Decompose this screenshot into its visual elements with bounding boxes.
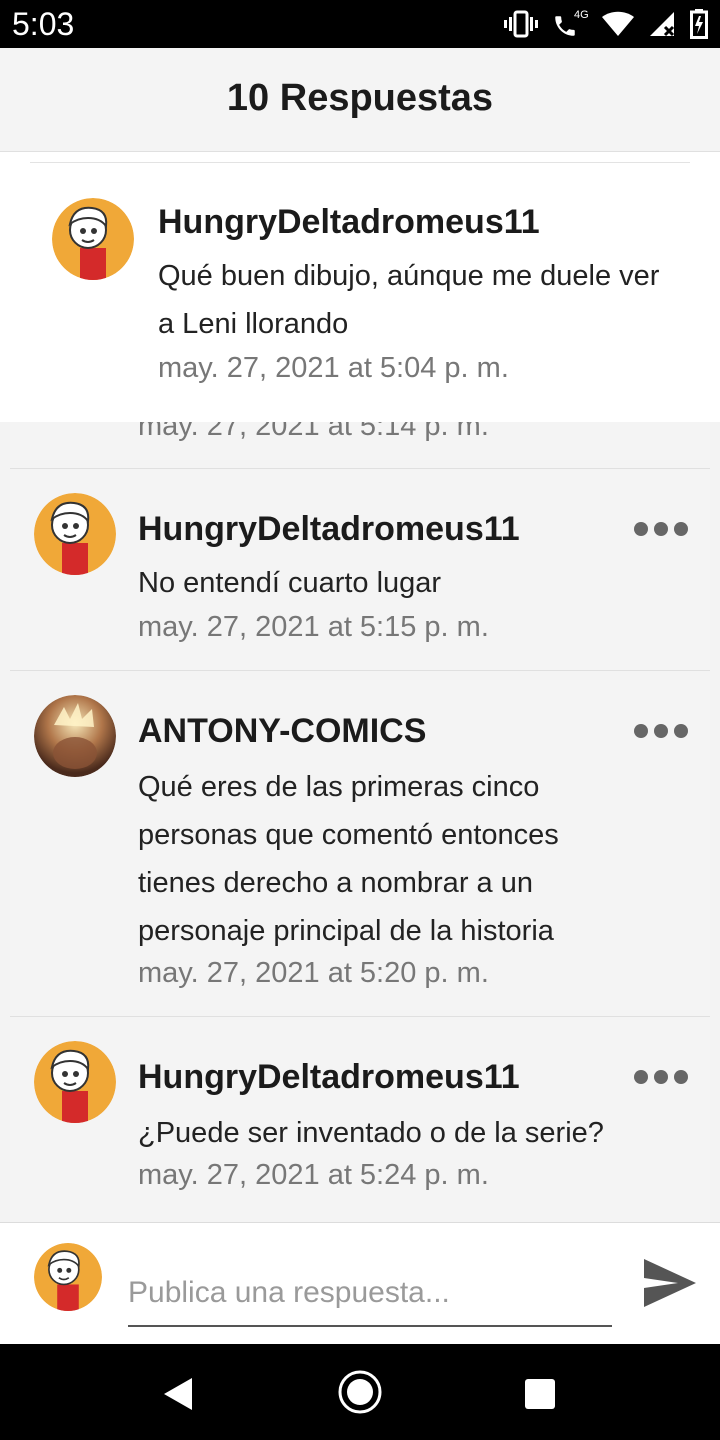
avatar-cartoon-icon — [34, 1243, 102, 1311]
send-button[interactable] — [640, 1253, 700, 1313]
reply-username[interactable]: HungryDeltadromeus11 — [138, 509, 520, 549]
page-title: 10 Respuestas — [226, 77, 494, 119]
comment-text: Qué buen dibujo, aúnque me duele ver a L… — [158, 260, 660, 340]
reply-list[interactable]: may. 27, 2021 at 5:14 p. m. HungryDeltad… — [10, 422, 710, 1222]
dot-icon — [634, 1070, 648, 1084]
recents-button[interactable] — [518, 1372, 562, 1416]
my-avatar — [34, 1243, 102, 1311]
navigation-bar — [0, 1344, 720, 1440]
avatar-cartoon-icon — [52, 198, 134, 280]
reply-composer — [0, 1222, 720, 1344]
back-triangle-icon — [164, 1378, 192, 1410]
reply-username[interactable]: ANTONY-COMICS — [138, 711, 426, 751]
vibrate-icon — [504, 9, 538, 39]
recents-square-icon — [525, 1379, 555, 1409]
send-icon — [644, 1259, 696, 1307]
status-time: 5:03 — [12, 6, 75, 42]
home-button[interactable] — [336, 1368, 384, 1416]
network-label: 4G — [574, 9, 589, 21]
wifi-icon — [602, 11, 634, 37]
reply-username[interactable]: HungryDeltadromeus11 — [138, 1057, 520, 1097]
dot-icon — [634, 724, 648, 738]
dot-icon — [674, 522, 688, 536]
dot-icon — [654, 522, 668, 536]
home-circle-icon — [338, 1370, 382, 1414]
reply-timestamp: may. 27, 2021 at 5:15 p. m. — [138, 611, 489, 643]
more-options-button[interactable] — [634, 519, 688, 539]
header: 10 Respuestas — [0, 48, 720, 152]
reply-text: Qué eres de las primeras cinco personas … — [138, 771, 559, 947]
avatar[interactable] — [34, 695, 116, 777]
volte-call-icon: 4G — [552, 9, 589, 39]
reply-timestamp: may. 27, 2021 at 5:24 p. m. — [138, 1159, 489, 1191]
dot-icon — [654, 724, 668, 738]
reply-item: HungryDeltadromeus11 No entendí cuarto l… — [10, 468, 710, 671]
more-options-button[interactable] — [634, 721, 688, 741]
comment-username[interactable]: HungryDeltadromeus11 — [158, 202, 540, 242]
avatar-cartoon-icon — [34, 493, 116, 575]
more-options-button[interactable] — [634, 1067, 688, 1087]
avatar-warrior-icon — [34, 695, 116, 777]
reply-text: ¿Puede ser inventado o de la serie? — [138, 1117, 604, 1149]
reply-timestamp-partial: may. 27, 2021 at 5:14 p. m. — [138, 422, 489, 442]
avatar[interactable] — [52, 198, 134, 280]
dot-icon — [674, 724, 688, 738]
comment-timestamp: may. 27, 2021 at 5:04 p. m. — [158, 352, 509, 384]
main-comment: HungryDeltadromeus11 Qué buen dibujo, aú… — [0, 152, 720, 422]
dot-icon — [654, 1070, 668, 1084]
reply-item: HungryDeltadromeus11 ¿Puede ser inventad… — [10, 1016, 710, 1222]
avatar-cartoon-icon — [34, 1041, 116, 1123]
divider — [30, 162, 690, 163]
reply-text: No entendí cuarto lugar — [138, 567, 442, 599]
dot-icon — [674, 1070, 688, 1084]
reply-timestamp: may. 27, 2021 at 5:20 p. m. — [138, 957, 489, 989]
back-button[interactable] — [158, 1372, 202, 1416]
status-icons: 4G — [504, 8, 708, 40]
reply-input[interactable] — [128, 1261, 612, 1327]
dot-icon — [634, 522, 648, 536]
signal-icon — [648, 10, 676, 38]
reply-item: ANTONY-COMICS Qué eres de las primeras c… — [10, 670, 710, 1017]
avatar[interactable] — [34, 1041, 116, 1123]
battery-icon — [690, 9, 708, 39]
avatar[interactable] — [34, 493, 116, 575]
status-bar: 5:03 4G — [0, 0, 720, 48]
